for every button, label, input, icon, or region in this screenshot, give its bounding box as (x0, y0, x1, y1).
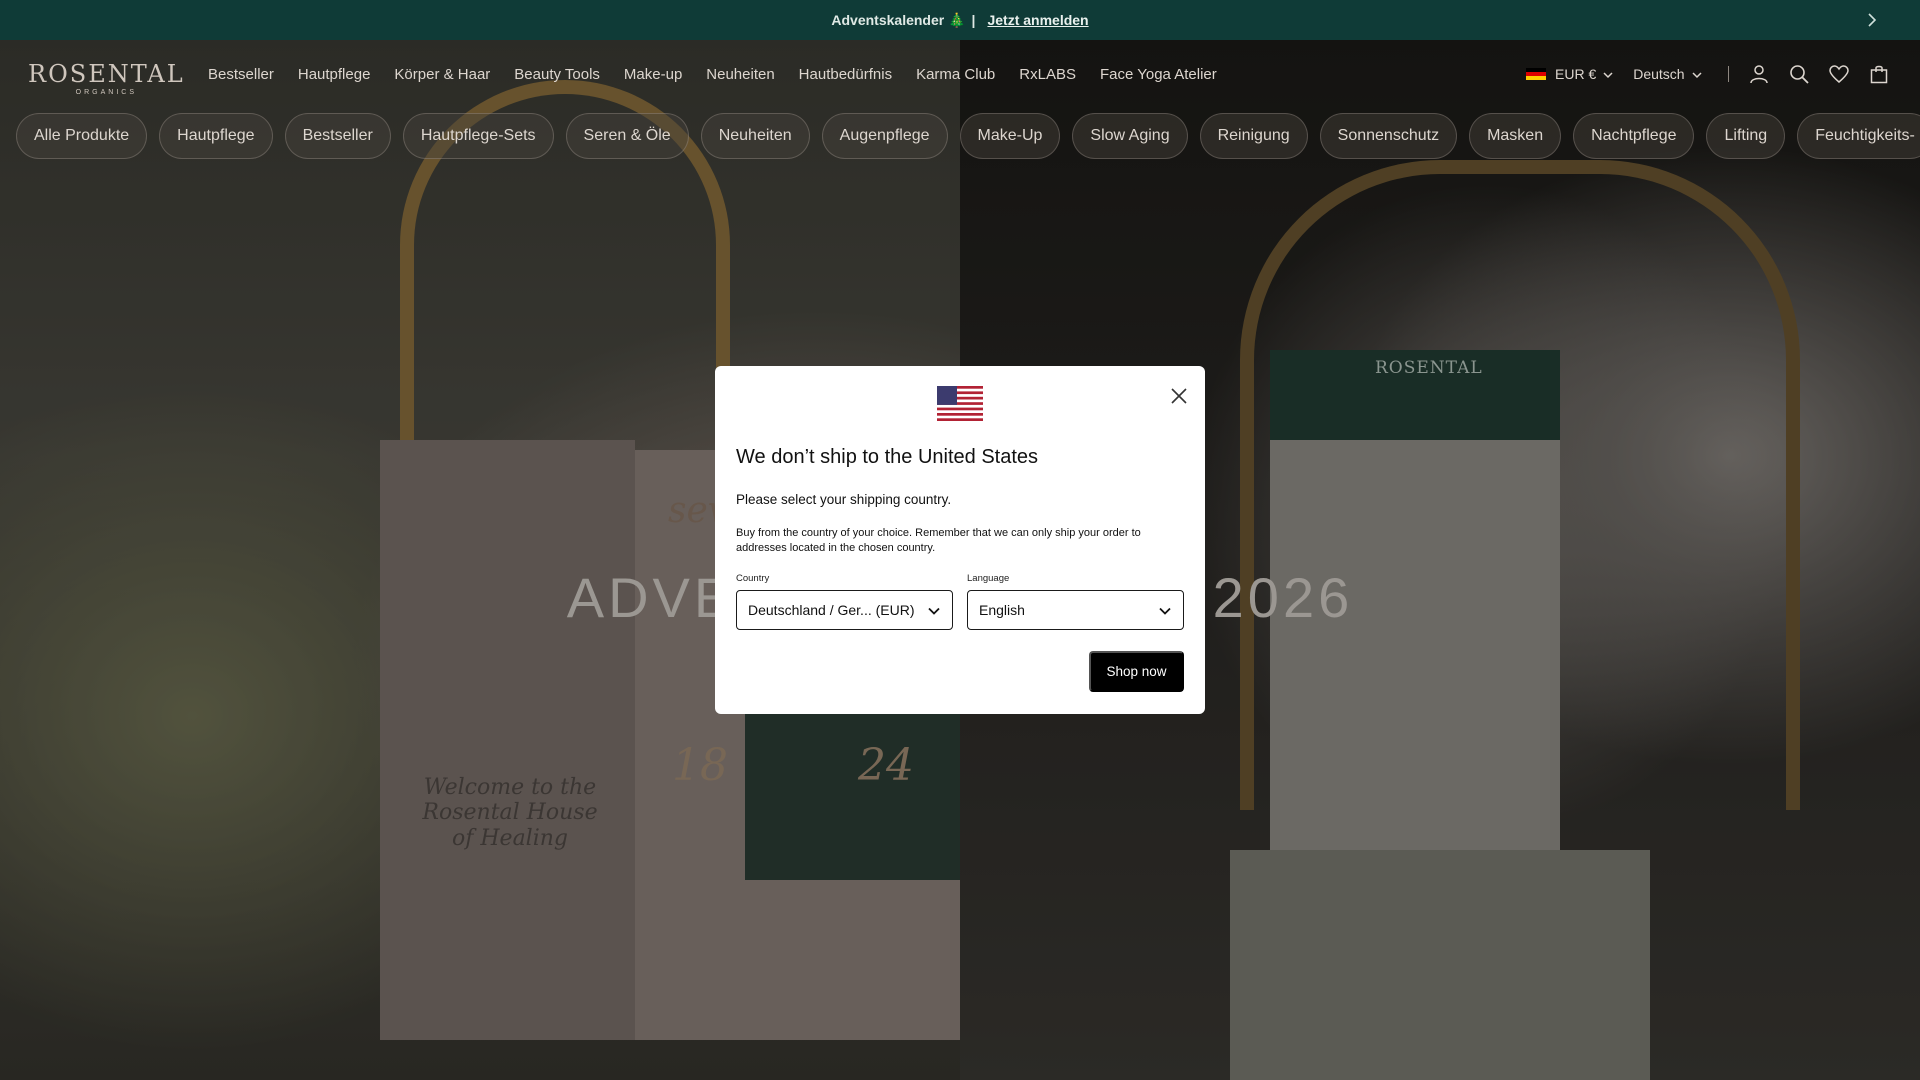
nav-item-rxlabs[interactable]: RxLABS (1019, 66, 1076, 83)
country-value: Deutschland / Ger... (EUR) (748, 602, 915, 618)
nav-item-face-yoga[interactable]: Face Yoga Atelier (1100, 66, 1217, 83)
bag-icon[interactable] (1868, 63, 1890, 85)
heart-icon[interactable] (1828, 63, 1850, 85)
chevron-right-icon[interactable] (1864, 12, 1880, 28)
announcement-text: Adventskalender 🎄 (831, 11, 966, 28)
nav-item-karma-club[interactable]: Karma Club (916, 66, 995, 83)
category-pill[interactable]: Hautpflege-Sets (402, 113, 554, 159)
site-header: ROSENTAL ORGANICS Bestseller Hautpflege … (0, 40, 1920, 110)
language-label: Language (967, 573, 1010, 584)
category-pill[interactable]: Hautpflege (159, 113, 273, 159)
nav-item-hautpflege[interactable]: Hautpflege (298, 66, 371, 83)
close-icon[interactable] (1169, 386, 1189, 406)
modal-body: Buy from the country of your choice. Rem… (736, 527, 1141, 554)
announcement-link[interactable]: Jetzt anmelden (987, 12, 1088, 28)
nav-item-bestseller[interactable]: Bestseller (208, 66, 274, 83)
currency-selector[interactable]: EUR € (1555, 66, 1596, 82)
nav-item-koerper-haar[interactable]: Körper & Haar (394, 66, 490, 83)
category-pill[interactable]: Feuchtigkeits- (1797, 113, 1920, 159)
category-pill[interactable]: Neuheiten (700, 113, 810, 159)
header-icons (1748, 63, 1890, 85)
category-pill[interactable]: Make-Up (959, 113, 1061, 159)
announcement-bar: Adventskalender 🎄 | Jetzt anmelden (0, 0, 1920, 40)
chevron-down-icon (1603, 66, 1613, 82)
nav-item-hautbeduerfnis[interactable]: Hautbedürfnis (799, 66, 892, 83)
category-pill[interactable]: Seren & Öle (565, 113, 689, 159)
language-select[interactable]: English (967, 590, 1184, 630)
category-pill[interactable]: Augenpflege (821, 113, 948, 159)
category-pill[interactable]: Sonnenschutz (1319, 113, 1458, 159)
category-pill[interactable]: Nachtpflege (1573, 113, 1695, 159)
modal-subtitle: Please select your shipping country. (736, 492, 952, 507)
chevron-down-icon (1692, 66, 1702, 82)
logo[interactable]: ROSENTAL ORGANICS (28, 60, 185, 96)
category-pill[interactable]: Bestseller (284, 113, 391, 159)
header-divider (1727, 66, 1729, 82)
germany-flag-icon (1526, 68, 1546, 80)
logo-subtext: ORGANICS (75, 89, 137, 96)
chevron-down-icon (927, 604, 941, 618)
category-pills: Alle Produkte Hautpflege Bestseller Haut… (16, 113, 1920, 159)
nav-item-neuheiten[interactable]: Neuheiten (706, 66, 774, 83)
chevron-down-icon (1158, 604, 1172, 618)
category-pill[interactable]: Alle Produkte (16, 113, 148, 159)
modal-title: We don’t ship to the United States (736, 446, 1039, 468)
search-icon[interactable] (1788, 63, 1810, 85)
category-pill[interactable]: Slow Aging (1072, 113, 1188, 159)
us-flag-icon (937, 386, 983, 421)
nav-item-beauty-tools[interactable]: Beauty Tools (514, 66, 600, 83)
nav-item-make-up[interactable]: Make-up (624, 66, 682, 83)
language-selector[interactable]: Deutsch (1633, 66, 1684, 82)
country-select[interactable]: Deutschland / Ger... (EUR) (736, 590, 953, 630)
shop-now-button[interactable]: Shop now (1089, 651, 1184, 692)
country-label: Country (736, 573, 770, 584)
category-pill[interactable]: Lifting (1706, 113, 1786, 159)
category-pill[interactable]: Reinigung (1199, 113, 1308, 159)
language-value: English (979, 602, 1025, 618)
logo-text: ROSENTAL (28, 60, 185, 88)
region-selector[interactable]: EUR € Deutsch (1526, 66, 1743, 82)
main-nav: Bestseller Hautpflege Körper & Haar Beau… (208, 66, 1241, 83)
account-icon[interactable] (1748, 63, 1770, 85)
announcement-separator: | (971, 12, 976, 28)
shipping-country-modal: We don’t ship to the United States Pleas… (715, 366, 1205, 714)
category-pill[interactable]: Masken (1469, 113, 1562, 159)
